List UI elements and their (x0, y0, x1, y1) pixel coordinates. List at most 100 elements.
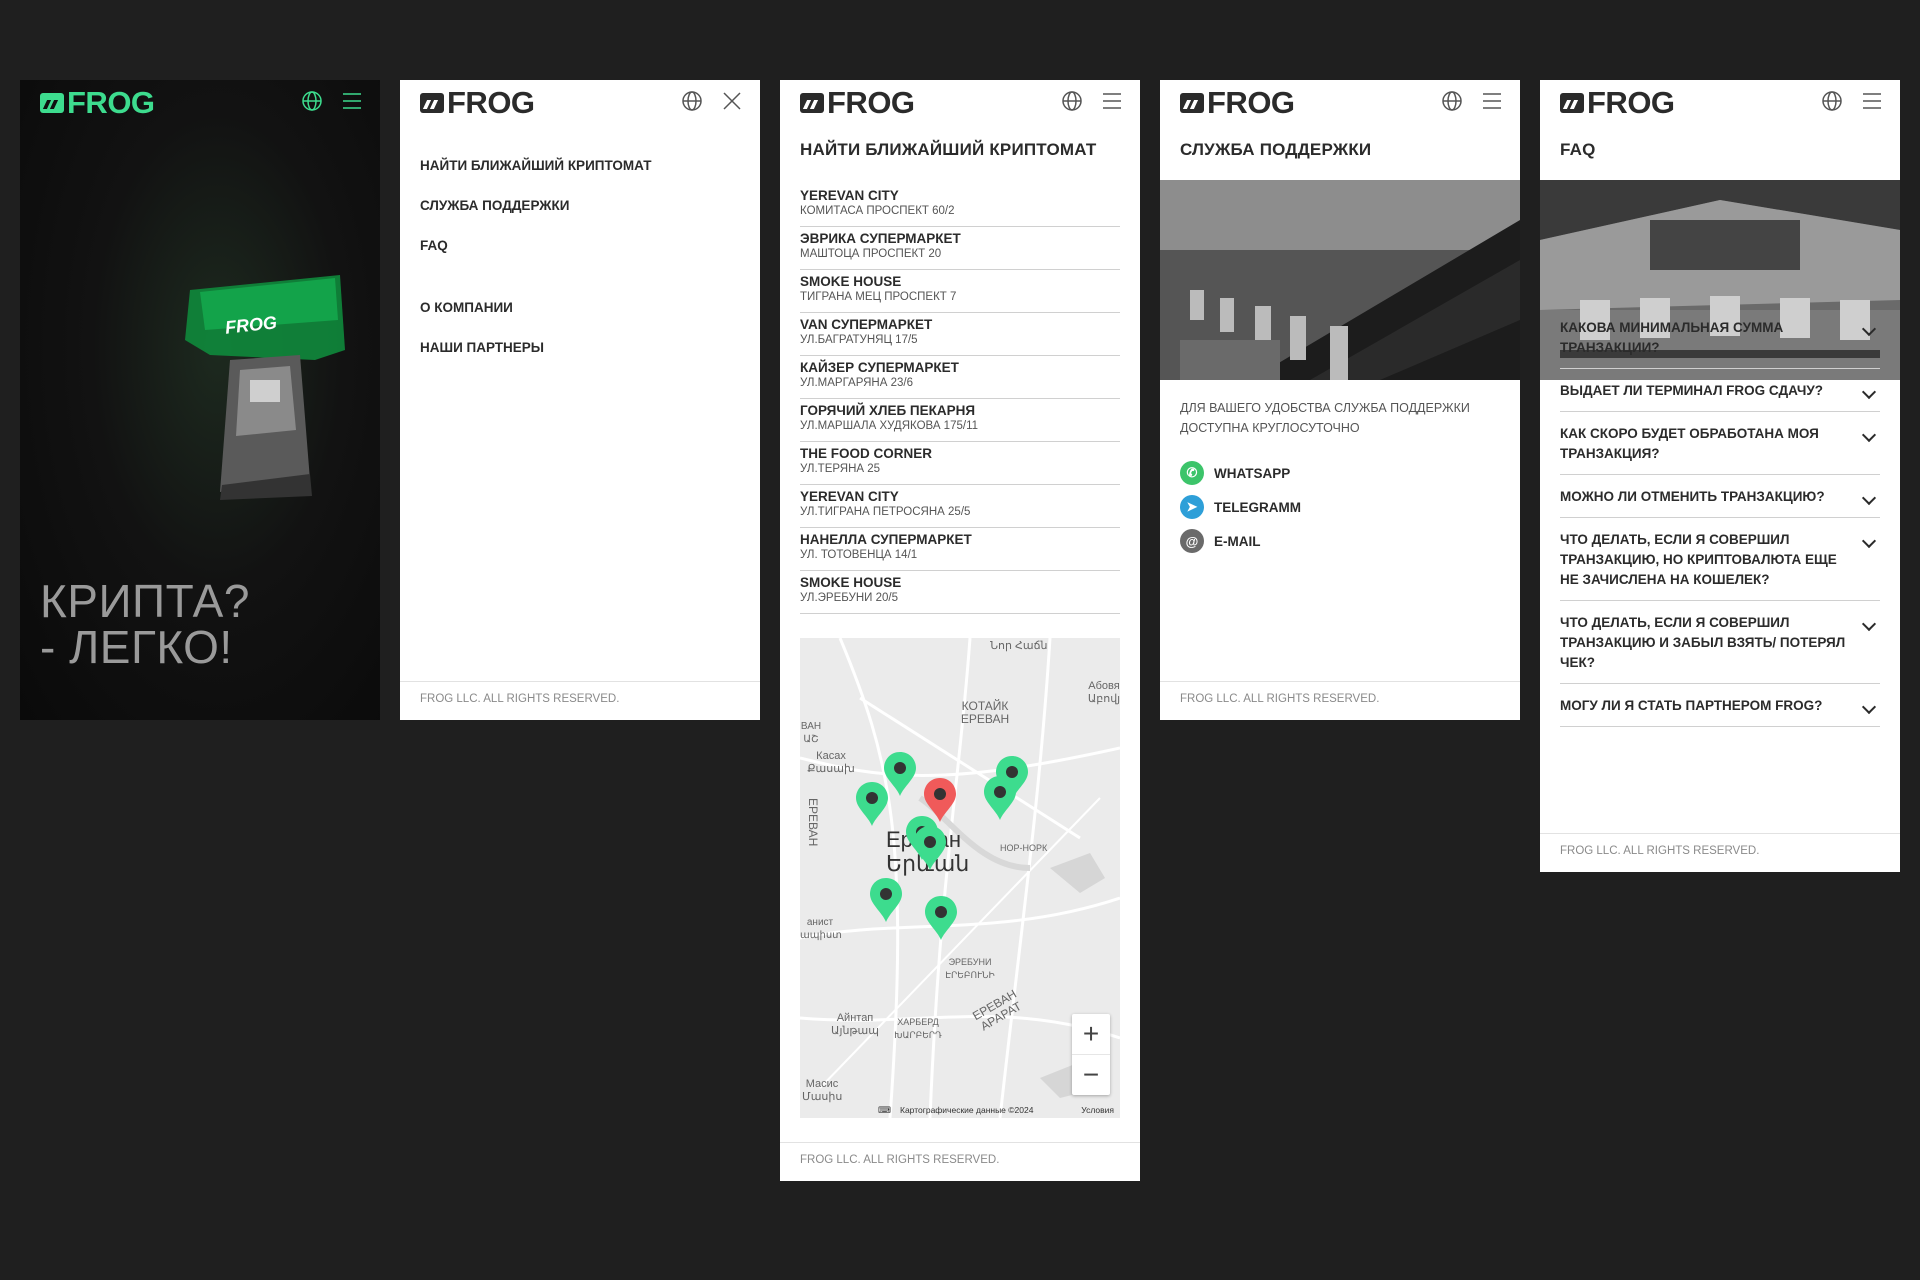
faq-question: ВЫДАЕТ ЛИ ТЕРМИНАЛ FROG СДАЧУ? (1560, 383, 1823, 398)
chevron-down-icon[interactable] (1861, 427, 1877, 443)
globe-icon[interactable] (1060, 89, 1084, 113)
list-item[interactable]: НАНЕЛЛА СУПЕРМАРКЕТ УЛ. ТОТОВЕНЦА 14/1 (800, 528, 1120, 571)
map-terms-link[interactable]: Условия (1081, 1105, 1114, 1115)
header: FROG (1160, 80, 1520, 124)
whatsapp-icon: ✆ (1180, 461, 1204, 485)
faq-item[interactable]: КАК СКОРО БУДЕТ ОБРАБОТАНА МОЯ ТРАНЗАКЦИ… (1560, 412, 1880, 475)
nav-item-support[interactable]: СЛУЖБА ПОДДЕРЖКИ (420, 196, 651, 236)
location-name: VAN СУПЕРМАРКЕТ (800, 317, 933, 332)
faq-item[interactable]: КАКОВА МИНИМАЛЬНАЯ СУММА ТРАНЗАКЦИИ? (1560, 306, 1880, 369)
list-item[interactable]: ЭВРИКА СУПЕРМАРКЕТ МАШТОЦА ПРОСПЕКТ 20 (800, 227, 1120, 270)
list-item[interactable]: ГОРЯЧИЙ ХЛЕБ ПЕКАРНЯ УЛ.МАРШАЛА ХУДЯКОВА … (800, 399, 1120, 442)
list-item[interactable]: КАЙЗЕР СУПЕРМАРКЕТ УЛ.МАРГАРЯНА 23/6 (800, 356, 1120, 399)
nav-item-about[interactable]: О КОМПАНИИ (420, 298, 651, 338)
menu-screen: FROG НАЙТИ БЛИЖАЙШИЙ КРИПТОМАТ СЛУЖБА ПО… (400, 80, 760, 720)
logo-text: FROG (447, 85, 535, 120)
frog-logo-icon (1560, 93, 1584, 113)
chevron-down-icon[interactable] (1861, 533, 1877, 549)
chevron-down-icon[interactable] (1861, 490, 1877, 506)
list-item[interactable]: SMOKE HOUSE УЛ.ЭРЕБУНИ 20/5 (800, 571, 1120, 614)
location-address: УЛ. ТОТОВЕНЦА 14/1 (800, 549, 918, 561)
faq-item[interactable]: МОГУ ЛИ Я СТАТЬ ПАРТНЕРОМ FROG? (1560, 684, 1880, 727)
location-address: УЛ.МАРШАЛА ХУДЯКОВА 175/11 (800, 420, 979, 432)
locations-screen: FROG НАЙТИ БЛИЖАЙШИЙ КРИПТОМАТ YEREVAN C… (780, 80, 1140, 1181)
logo-text: FROG (1587, 85, 1675, 120)
nav-item-find-atm[interactable]: НАЙТИ БЛИЖАЙШИЙ КРИПТОМАТ (420, 156, 651, 196)
list-item[interactable]: THE FOOD CORNER УЛ.ТЕРЯНА 25 (800, 442, 1120, 485)
faq-question: ЧТО ДЕЛАТЬ, ЕСЛИ Я СОВЕРШИЛ ТРАНЗАКЦИЮ, … (1560, 532, 1837, 587)
logo[interactable]: FROG (800, 85, 915, 120)
logo-text: FROG (827, 85, 915, 120)
hero-line-1: КРИПТА? (40, 575, 250, 627)
faq-item[interactable]: ЧТО ДЕЛАТЬ, ЕСЛИ Я СОВЕРШИЛ ТРАНЗАКЦИЮ И… (1560, 601, 1880, 684)
page-title: FAQ (1560, 140, 1596, 159)
email-link[interactable]: @ E-MAIL (1180, 524, 1301, 558)
copyright: FROG LLC. ALL RIGHTS RESERVED. (800, 1154, 1000, 1166)
location-address: УЛ.БАГРАТУНЯЦ 17/5 (800, 334, 918, 346)
list-item[interactable]: VAN СУПЕРМАРКЕТ УЛ.БАГРАТУНЯЦ 17/5 (800, 313, 1120, 356)
list-item[interactable]: SMOKE HOUSE ТИГРАНА МЕЦ ПРОСПЕКТ 7 (800, 270, 1120, 313)
location-address: КОМИТАСА ПРОСПЕКТ 60/2 (800, 205, 955, 217)
whatsapp-link[interactable]: ✆ WHATSAPP (1180, 456, 1301, 490)
map-pin (914, 826, 946, 870)
zoom-in-button[interactable]: + (1072, 1014, 1110, 1054)
hamburger-menu-icon[interactable] (1860, 89, 1884, 113)
main-nav: НАЙТИ БЛИЖАЙШИЙ КРИПТОМАТ СЛУЖБА ПОДДЕРЖ… (420, 156, 651, 378)
chevron-down-icon[interactable] (1861, 699, 1877, 715)
location-name: SMOKE HOUSE (800, 575, 902, 590)
close-icon[interactable] (720, 89, 744, 113)
map-data-credit: Картографические данные ©2024 (900, 1105, 1034, 1115)
chevron-down-icon[interactable] (1861, 616, 1877, 632)
map-pin (870, 878, 902, 922)
list-item[interactable]: YEREVAN CITY УЛ.ТИГРАНА ПЕТРОСЯНА 25/5 (800, 485, 1120, 528)
faq-screen: FROG FAQ КАКОВА МИНИМАЛЬНАЯ СУММА ТРАНЗА… (1540, 80, 1900, 872)
nav-item-faq[interactable]: FAQ (420, 236, 651, 276)
faq-question: МОЖНО ЛИ ОТМЕНИТЬ ТРАНЗАКЦИЮ? (1560, 489, 1825, 504)
location-name: НАНЕЛЛА СУПЕРМАРКЕТ (800, 532, 972, 547)
logo-text: FROG (67, 85, 155, 120)
hamburger-menu-icon[interactable] (1480, 89, 1504, 113)
atm-illustration (185, 275, 345, 500)
globe-icon[interactable] (1440, 89, 1464, 113)
logo[interactable]: FROG (40, 85, 155, 120)
location-name: ЭВРИКА СУПЕРМАРКЕТ (800, 231, 961, 246)
atm-map[interactable]: Նոր Հաճն КОТАЙК ЕРЕВАН Абовя Աբովյ Касах… (800, 638, 1120, 1118)
globe-icon[interactable] (300, 89, 324, 113)
location-list: YEREVAN CITY КОМИТАСА ПРОСПЕКТ 60/2 ЭВРИК… (800, 184, 1120, 614)
logo[interactable]: FROG (1180, 85, 1295, 120)
nav-item-partners[interactable]: НАШИ ПАРТНЕРЫ (420, 338, 651, 378)
home-screen: FROG FROG КРИПТА? - ЛЕГКО! (20, 80, 380, 720)
faq-item[interactable]: ВЫДАЕТ ЛИ ТЕРМИНАЛ FROG СДАЧУ? (1560, 369, 1880, 412)
zoom-controls: + − (1072, 1014, 1110, 1095)
faq-question: ЧТО ДЕЛАТЬ, ЕСЛИ Я СОВЕРШИЛ ТРАНЗАКЦИЮ И… (1560, 615, 1846, 670)
frog-logo-icon (800, 93, 824, 113)
support-description: ДЛЯ ВАШЕГО УДОБСТВА СЛУЖБА ПОДДЕРЖКИ ДОС… (1180, 401, 1470, 435)
logo-text: FROG (1207, 85, 1295, 120)
footer: FROG LLC. ALL RIGHTS RESERVED. (780, 1142, 1140, 1181)
location-address: УЛ.ЭРЕБУНИ 20/5 (800, 592, 899, 604)
faq-item[interactable]: МОЖНО ЛИ ОТМЕНИТЬ ТРАНЗАКЦИЮ? (1560, 475, 1880, 518)
globe-icon[interactable] (680, 89, 704, 113)
keyboard-icon[interactable]: ⌨ (878, 1105, 891, 1116)
map-pin-selected (924, 778, 956, 822)
location-name: КАЙЗЕР СУПЕРМАРКЕТ (800, 360, 959, 375)
logo[interactable]: FROG (420, 85, 535, 120)
map-pin (984, 776, 1016, 820)
contact-label: E-MAIL (1214, 533, 1261, 549)
switchboard-photo (1160, 180, 1520, 380)
logo[interactable]: FROG (1560, 85, 1675, 120)
list-item[interactable]: YEREVAN CITY КОМИТАСА ПРОСПЕКТ 60/2 (800, 184, 1120, 227)
hamburger-menu-icon[interactable] (340, 89, 364, 113)
location-address: МАШТОЦА ПРОСПЕКТ 20 (800, 248, 942, 260)
footer: FROG LLC. ALL RIGHTS RESERVED. (1540, 833, 1900, 872)
globe-icon[interactable] (1820, 89, 1844, 113)
faq-item[interactable]: ЧТО ДЕЛАТЬ, ЕСЛИ Я СОВЕРШИЛ ТРАНЗАКЦИЮ, … (1560, 518, 1880, 601)
chevron-down-icon[interactable] (1861, 321, 1877, 337)
telegram-link[interactable]: ➤ TELEGRAMM (1180, 490, 1301, 524)
contact-label: WHATSAPP (1214, 465, 1291, 481)
chevron-down-icon[interactable] (1861, 384, 1877, 400)
hamburger-menu-icon[interactable] (1100, 89, 1124, 113)
map-pin (856, 782, 888, 826)
zoom-out-button[interactable]: − (1072, 1054, 1110, 1095)
footer: FROG LLC. ALL RIGHTS RESERVED. (1160, 681, 1520, 720)
